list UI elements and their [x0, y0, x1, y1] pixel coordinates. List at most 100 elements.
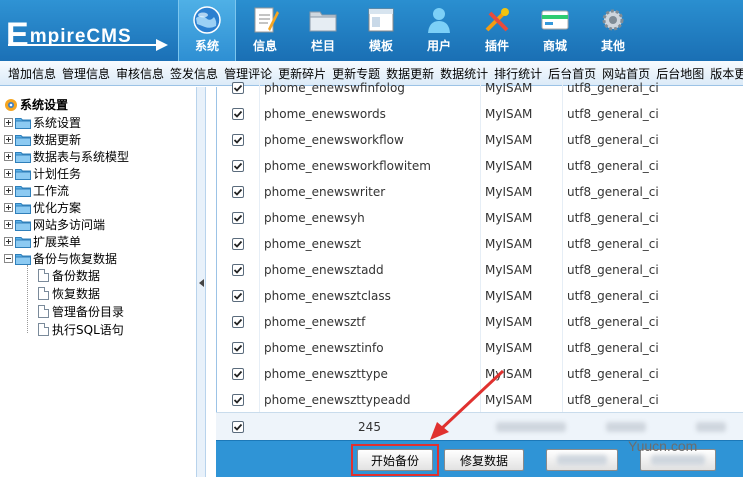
tree-item-label: 优化方案 [33, 201, 82, 215]
table-engine: MyISAM [481, 360, 563, 387]
select-all-checkbox[interactable] [231, 420, 244, 433]
table-name: phome_enewsztclass [260, 282, 481, 309]
quick-menu-item[interactable]: 增加信息 [8, 65, 56, 82]
table-list: phome_enewswfinfolog MyISAM utf8_general_c… [216, 74, 743, 443]
expand-icon[interactable] [4, 118, 13, 127]
tree-item[interactable]: 数据更新 [4, 131, 81, 148]
tree-item[interactable]: 数据表与系统模型 [4, 148, 129, 165]
empirecms-logo[interactable]: EmpireCMS [0, 0, 178, 61]
tools-icon [481, 4, 513, 36]
table-name: phome_enewsworkflow [260, 126, 481, 153]
collapse-icon[interactable] [4, 254, 13, 263]
table-name: phome_enewsztf [260, 308, 481, 335]
row-checkbox[interactable] [232, 159, 244, 172]
tree-leaf[interactable]: 管理备份目录 [38, 303, 124, 320]
table-row: phome_enewsztclass MyISAM utf8_general_ci [217, 282, 743, 309]
nav-3[interactable]: 模板 [352, 0, 410, 61]
select-all-cell[interactable] [216, 414, 259, 440]
row-check-cell[interactable] [217, 256, 260, 283]
table-collation: utf8_general_ci [563, 283, 743, 309]
expand-icon[interactable] [4, 135, 13, 144]
table-engine: MyISAM [481, 74, 563, 101]
row-check-cell[interactable] [217, 178, 260, 205]
row-checkbox[interactable] [232, 263, 244, 276]
expand-icon[interactable] [4, 186, 13, 195]
tree-item[interactable]: 优化方案 [4, 199, 81, 216]
collapse-arrow-icon[interactable] [199, 279, 204, 287]
expand-icon[interactable] [4, 169, 13, 178]
table-engine: MyISAM [481, 256, 563, 283]
nav-7[interactable]: 其他 [584, 0, 642, 61]
expand-icon[interactable] [4, 152, 13, 161]
tree-item[interactable]: 工作流 [4, 182, 69, 199]
row-check-cell[interactable] [217, 386, 260, 413]
row-check-cell[interactable] [217, 152, 260, 179]
table-engine: MyISAM [481, 282, 563, 309]
row-check-cell[interactable] [217, 230, 260, 257]
row-check-cell[interactable] [217, 282, 260, 309]
repair-data-button[interactable]: 修复数据 [444, 449, 524, 471]
nav-4[interactable]: 用户 [410, 0, 468, 61]
table-collation: utf8_general_ci [563, 257, 743, 283]
expand-icon[interactable] [4, 203, 13, 212]
row-check-cell[interactable] [217, 204, 260, 231]
tree-item[interactable]: 系统设置 [4, 114, 81, 131]
nav-2[interactable]: 栏目 [294, 0, 352, 61]
table-row: phome_enewsworkflow MyISAM utf8_general_ci [217, 126, 743, 153]
tree-leaf[interactable]: 执行SQL语句 [38, 321, 124, 338]
row-checkbox[interactable] [232, 211, 244, 224]
table-row: phome_enewsztadd MyISAM utf8_general_ci [217, 256, 743, 283]
tree-item[interactable]: 计划任务 [4, 165, 81, 182]
tree-leaf-label: 备份数据 [52, 269, 101, 283]
table-collation: utf8_general_ci [563, 179, 743, 205]
gear-icon [597, 4, 629, 36]
row-checkbox[interactable] [232, 237, 244, 250]
row-check-cell[interactable] [217, 74, 260, 101]
expand-icon[interactable] [4, 220, 13, 229]
row-checkbox[interactable] [232, 133, 244, 146]
tree-leaf[interactable]: 备份数据 [38, 267, 100, 284]
row-check-cell[interactable] [217, 100, 260, 127]
row-checkbox[interactable] [232, 289, 244, 302]
tree-leaf[interactable]: 恢复数据 [38, 285, 100, 302]
quick-menu-item[interactable]: 审核信息 [116, 65, 164, 82]
row-check-cell[interactable] [217, 126, 260, 153]
nav-0[interactable]: 系统 [178, 0, 236, 61]
row-checkbox[interactable] [232, 185, 244, 198]
table-collation: utf8_general_ci [563, 75, 743, 101]
tree-item[interactable]: 扩展菜单 [4, 233, 81, 250]
table-row: phome_enewszttypeadd MyISAM utf8_general_c… [217, 386, 743, 413]
tree-item[interactable]: 备份与恢复数据 [4, 250, 117, 267]
nav-label: 商城 [542, 39, 567, 53]
row-checkbox[interactable] [232, 81, 244, 94]
blurred-text [496, 421, 566, 432]
blurred-button[interactable] [546, 449, 618, 471]
row-check-cell[interactable] [217, 334, 260, 361]
sidebar-tree: 系统设置 系统设置数据更新 数据表与系统模型计划任务 工作流优化方案 网站多访问端 扩展… [0, 87, 196, 477]
row-checkbox[interactable] [232, 315, 244, 328]
tree-item[interactable]: 网站多访问端 [4, 216, 105, 233]
folder-icon [15, 185, 31, 197]
tree-item-label: 数据更新 [33, 133, 82, 147]
nav-6[interactable]: 商城 [526, 0, 584, 61]
tree-root[interactable]: 系统设置 [4, 96, 68, 113]
table-engine: MyISAM [481, 204, 563, 231]
row-checkbox[interactable] [232, 341, 244, 354]
nav-1[interactable]: 信息 [236, 0, 294, 61]
quick-menu-item[interactable]: 管理信息 [62, 65, 110, 82]
row-checkbox[interactable] [232, 367, 244, 380]
nav-5[interactable]: 插件 [468, 0, 526, 61]
row-check-cell[interactable] [217, 360, 260, 387]
tree-item-label: 计划任务 [33, 167, 82, 181]
sidebar-splitter[interactable] [196, 87, 206, 477]
nav-label: 其他 [600, 39, 625, 53]
row-check-cell[interactable] [217, 308, 260, 335]
expand-icon[interactable] [4, 237, 13, 246]
nav-label: 插件 [484, 39, 509, 53]
top-header: EmpireCMS 系统 信息 栏目 模板 用户 插件 商城 其他 [0, 0, 743, 61]
quick-menu-item[interactable]: 签发信息 [170, 65, 218, 82]
highlight-box [351, 444, 439, 476]
row-checkbox[interactable] [232, 393, 244, 406]
row-checkbox[interactable] [232, 107, 244, 120]
folder-icon [15, 134, 31, 146]
